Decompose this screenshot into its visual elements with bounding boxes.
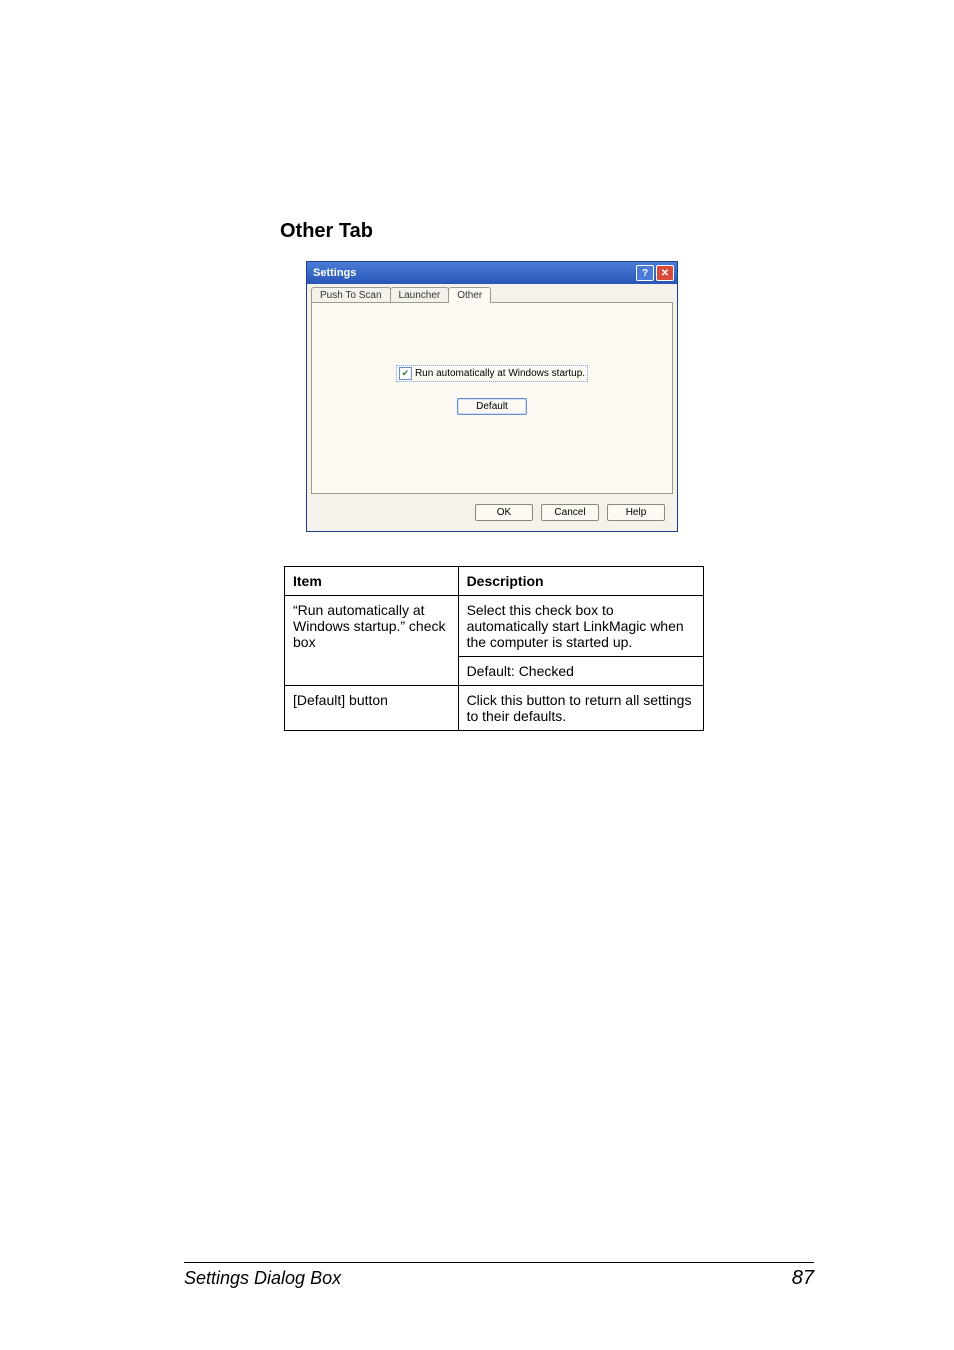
cell-desc: Click this button to return all settings… bbox=[458, 686, 703, 731]
tab-push-to-scan[interactable]: Push To Scan bbox=[311, 287, 391, 303]
title-bar: Settings ? ✕ bbox=[307, 262, 677, 284]
dialog-button-row: OK Cancel Help bbox=[311, 494, 673, 531]
page-number: 87 bbox=[792, 1267, 814, 1290]
table-row: [Default] button Click this button to re… bbox=[285, 686, 704, 731]
tab-panel-other: ✔ Run automatically at Windows startup. … bbox=[311, 302, 673, 494]
description-table: Item Description “Run automatically at W… bbox=[284, 566, 704, 731]
col-description: Description bbox=[458, 567, 703, 596]
run-at-startup-checkbox[interactable]: ✔ Run automatically at Windows startup. bbox=[396, 365, 588, 382]
ok-button[interactable]: OK bbox=[475, 504, 533, 521]
dialog-title: Settings bbox=[310, 267, 356, 279]
help-icon[interactable]: ? bbox=[636, 265, 654, 281]
tab-strip: Push To Scan Launcher Other bbox=[311, 287, 673, 303]
col-item: Item bbox=[285, 567, 459, 596]
page-footer: Settings Dialog Box 87 bbox=[140, 1262, 814, 1290]
tab-other[interactable]: Other bbox=[448, 287, 491, 303]
help-button[interactable]: Help bbox=[607, 504, 665, 521]
footer-rule bbox=[184, 1262, 814, 1263]
settings-dialog-screenshot: Settings ? ✕ Push To Scan Launcher Other… bbox=[306, 261, 678, 532]
close-icon[interactable]: ✕ bbox=[656, 265, 674, 281]
table-header-row: Item Description bbox=[285, 567, 704, 596]
default-button[interactable]: Default bbox=[457, 398, 527, 415]
checkbox-icon: ✔ bbox=[399, 367, 412, 380]
footer-title: Settings Dialog Box bbox=[184, 1268, 341, 1289]
table-row: “Run automatically at Windows startup.” … bbox=[285, 596, 704, 657]
cancel-button[interactable]: Cancel bbox=[541, 504, 599, 521]
checkbox-label: Run automatically at Windows startup. bbox=[415, 368, 585, 379]
cell-desc: Select this check box to automatically s… bbox=[458, 596, 703, 657]
cell-item: “Run automatically at Windows startup.” … bbox=[285, 596, 459, 686]
section-heading: Other Tab bbox=[280, 220, 814, 243]
cell-default: Default: Checked bbox=[458, 657, 703, 686]
cell-item: [Default] button bbox=[285, 686, 459, 731]
tab-launcher[interactable]: Launcher bbox=[390, 287, 450, 303]
